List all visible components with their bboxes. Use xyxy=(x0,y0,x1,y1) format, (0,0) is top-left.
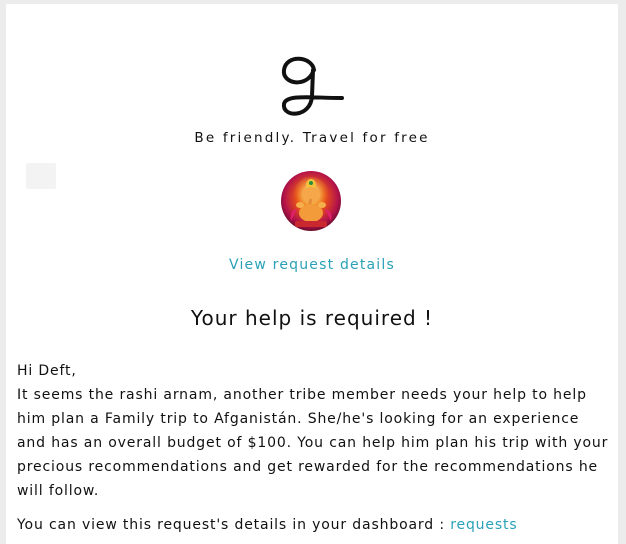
brand-tagline: Be friendly. Travel for free xyxy=(194,130,430,146)
brand-logo xyxy=(6,38,618,122)
requester-avatar[interactable] xyxy=(281,171,341,231)
ganesha-avatar-icon xyxy=(281,171,341,231)
placeholder-image xyxy=(26,163,56,189)
requests-link[interactable]: requests xyxy=(450,517,517,533)
email-card: Be friendly. Travel for free View reques… xyxy=(6,4,618,544)
script-g-logo-icon xyxy=(282,56,344,116)
greeting: Hi Deft, xyxy=(17,363,77,379)
request-description: It seems the rashi arnam, another tribe … xyxy=(17,387,609,499)
dashboard-text: You can view this request's details in y… xyxy=(17,517,451,533)
dashboard-line: You can view this request's details in y… xyxy=(17,513,613,537)
headline: Your help is required ! xyxy=(190,306,434,330)
view-request-details-link[interactable]: View request details xyxy=(6,257,618,273)
message-body: Hi Deft, It seems the rashi arnam, anoth… xyxy=(17,359,613,537)
